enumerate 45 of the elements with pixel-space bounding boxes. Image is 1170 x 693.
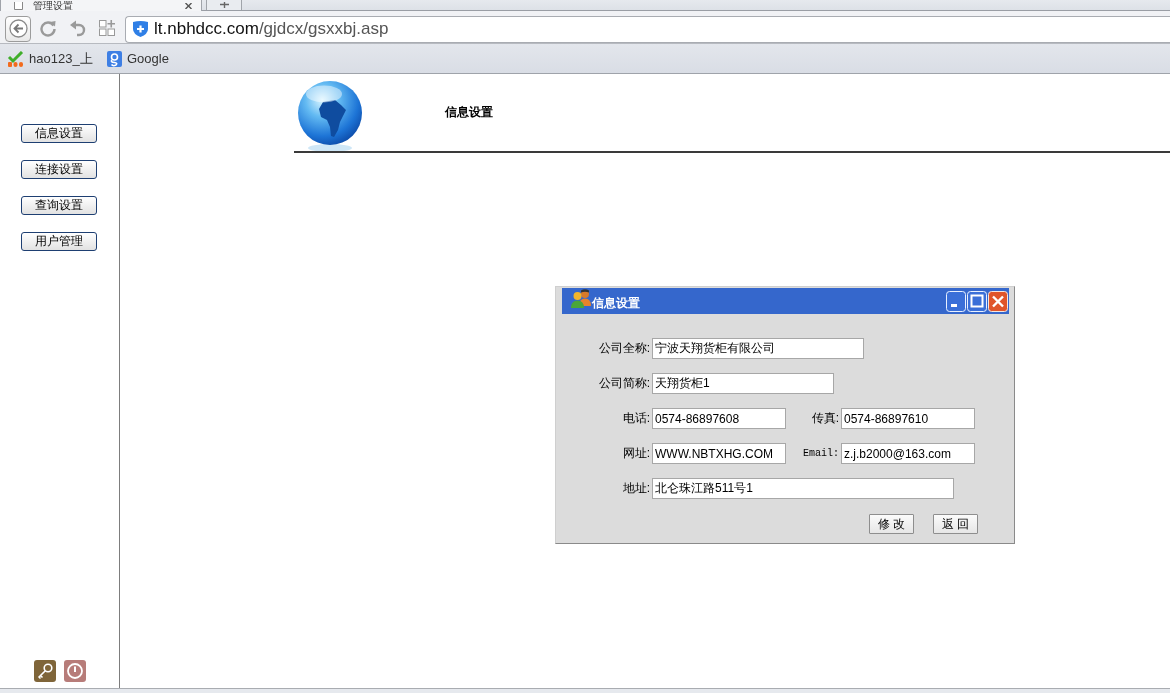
grid-icon[interactable] xyxy=(99,20,115,36)
back-button[interactable] xyxy=(5,15,31,42)
text-field[interactable]: 0574-86897608 xyxy=(652,408,786,429)
key-icon[interactable] xyxy=(34,660,56,682)
shield-icon xyxy=(133,21,148,37)
curved-arrow-icon[interactable] xyxy=(69,19,86,37)
favicon-icon xyxy=(7,50,24,67)
return-button[interactable]: 返 回 xyxy=(933,514,978,534)
bookmark-link[interactable]: hao123_上 xyxy=(7,49,99,68)
power-icon[interactable] xyxy=(64,660,86,682)
field-label: 电话: xyxy=(621,410,650,427)
dialog-title: 信息设置 xyxy=(592,295,640,312)
users-icon xyxy=(571,288,592,308)
menu-button[interactable]: 信息设置 xyxy=(21,124,97,143)
page-icon xyxy=(14,1,23,10)
text-field[interactable]: 天翔货柜1 xyxy=(652,373,834,394)
field-label: 公司全称: xyxy=(597,340,650,357)
field-label: 公司简称: xyxy=(597,375,650,392)
tab-title: 管理设置 xyxy=(33,0,73,11)
text-field[interactable]: z.j.b2000@163.com xyxy=(841,443,975,464)
back-icon xyxy=(8,19,28,38)
text-field[interactable]: WWW.NBTXHG.COM xyxy=(652,443,786,464)
maximize-icon[interactable] xyxy=(967,290,987,312)
globe-icon xyxy=(296,79,364,152)
field-label: 传真: xyxy=(810,410,839,427)
text-field[interactable]: 宁波天翔货柜有限公司 xyxy=(652,338,864,359)
reload-icon[interactable] xyxy=(39,19,57,37)
modify-button[interactable]: 修 改 xyxy=(869,514,914,534)
menu-button[interactable]: 用户管理 xyxy=(21,232,97,251)
plus-icon xyxy=(219,2,229,8)
minimize-icon[interactable] xyxy=(946,290,966,312)
field-label: Email: xyxy=(802,448,839,459)
field-label: 网址: xyxy=(621,445,650,462)
bookmark-link[interactable]: Google xyxy=(107,50,169,67)
new-tab-button[interactable] xyxy=(206,0,242,10)
field-label: 地址: xyxy=(621,480,650,497)
menu-button[interactable]: 连接设置 xyxy=(21,160,97,179)
close-icon[interactable] xyxy=(185,2,192,9)
menu-button[interactable]: 查询设置 xyxy=(21,196,97,215)
favicon-icon xyxy=(107,50,122,67)
address-field[interactable]: lt.nbhdcc.com/gjdcx/gsxxbj.asp xyxy=(125,15,1170,43)
text-field[interactable]: 0574-86897610 xyxy=(841,408,975,429)
page-title: 信息设置 xyxy=(445,104,493,121)
text-field[interactable]: 北仑珠江路511号1 xyxy=(652,478,954,499)
browser-tab[interactable]: 管理设置 xyxy=(0,0,202,11)
